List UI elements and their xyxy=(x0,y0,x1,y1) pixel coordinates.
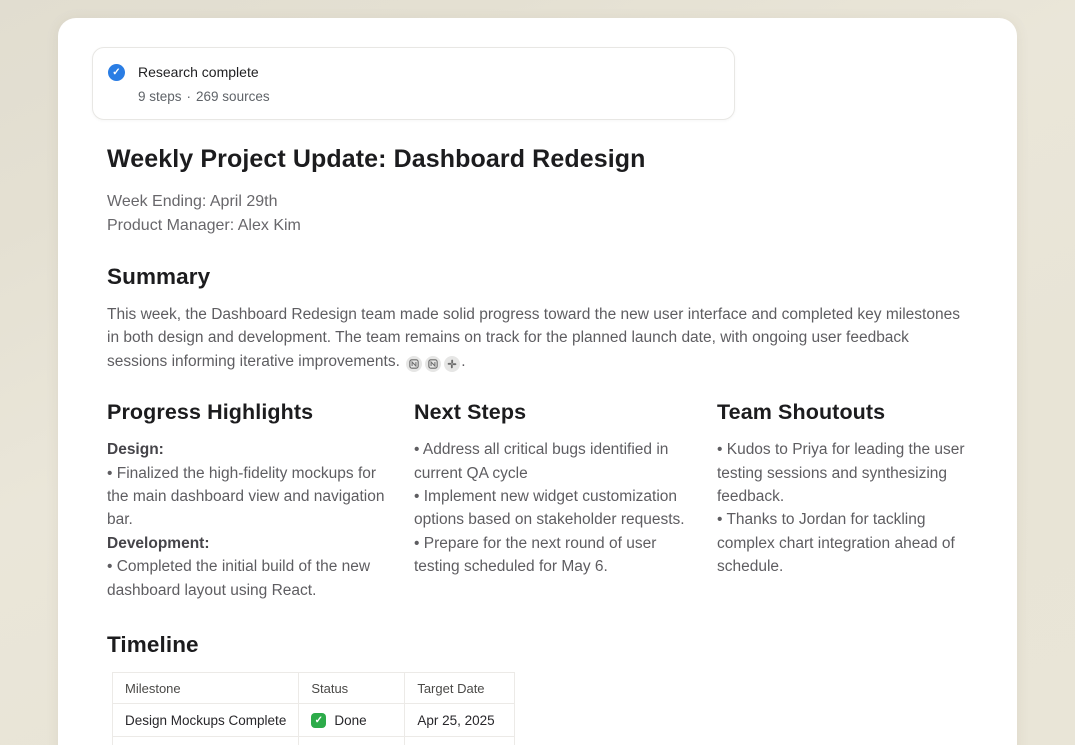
column-next-steps: Next Steps • Address all critical bugs i… xyxy=(414,400,693,602)
page-title: Weekly Project Update: Dashboard Redesig… xyxy=(107,144,968,175)
target-date-column-header: Target Date xyxy=(405,673,515,704)
team-shoutouts-heading: Team Shoutouts xyxy=(717,400,968,425)
status-column-header: Status xyxy=(299,673,405,704)
table-row: Design Mockups Complete ✓ Done Apr 25, 20… xyxy=(113,704,515,737)
design-label: Design: xyxy=(107,438,390,461)
bullet-item: • Finalized the high-fidelity mockups fo… xyxy=(107,462,390,532)
next-steps-heading: Next Steps xyxy=(414,400,693,425)
notion-citation-icon[interactable] xyxy=(406,356,422,372)
team-shoutouts-body: • Kudos to Priya for leading the user te… xyxy=(717,438,968,578)
table-cell-date: Apr 28, 2025 xyxy=(405,737,515,745)
notion-citation-icon[interactable] xyxy=(425,356,441,372)
bullet-item: • Implement new widget customization opt… xyxy=(414,485,693,532)
done-checkbox-icon: ✓ xyxy=(311,713,326,728)
table-cell-milestone: Initial Dev Build xyxy=(113,737,299,745)
summary-paragraph: This week, the Dashboard Redesign team m… xyxy=(107,303,968,373)
timeline-heading: Timeline xyxy=(107,632,968,658)
bullet-item: • Prepare for the next round of user tes… xyxy=(414,532,693,579)
bullet-item: • Thanks to Jordan for tackling complex … xyxy=(717,508,968,578)
table-cell-date: Apr 25, 2025 xyxy=(405,704,515,737)
table-row: Initial Dev Build ✓Done Apr 28, 2025 xyxy=(113,737,515,745)
research-status-title: Research complete xyxy=(138,63,270,81)
milestone-column-header: Milestone xyxy=(113,673,299,704)
next-steps-body: • Address all critical bugs identified i… xyxy=(414,438,693,578)
column-progress-highlights: Progress Highlights Design: • Finalized … xyxy=(107,400,390,602)
document-card: ✓ Research complete 9 steps·269 sources … xyxy=(58,18,1017,745)
slack-citation-icon[interactable] xyxy=(444,356,460,372)
research-status-meta: 9 steps · 269 sources xyxy=(138,89,270,105)
document-content: ✓ Research complete 9 steps·269 sources … xyxy=(58,18,1017,745)
timeline-table: Milestone Status Target Date Design Mock… xyxy=(112,672,515,745)
summary-suffix: . xyxy=(461,353,465,370)
table-cell-status: ✓Done xyxy=(299,737,405,745)
columns-section: Progress Highlights Design: • Finalized … xyxy=(107,400,968,602)
progress-highlights-heading: Progress Highlights xyxy=(107,400,390,425)
document-meta: Week Ending: April 29th Product Manager:… xyxy=(107,190,968,237)
research-steps-count: 9 steps xyxy=(138,89,182,104)
page-background: ✓ Research complete 9 steps·269 sources … xyxy=(0,0,1075,745)
research-sources-count: 269 sources xyxy=(196,89,270,104)
bullet-item: • Address all critical bugs identified i… xyxy=(414,438,693,485)
table-header-row: Milestone Status Target Date xyxy=(113,673,515,704)
progress-highlights-body: Design: • Finalized the high-fidelity mo… xyxy=(107,438,390,602)
summary-text: This week, the Dashboard Redesign team m… xyxy=(107,306,960,370)
status-label: Done xyxy=(334,713,366,728)
column-team-shoutouts: Team Shoutouts • Kudos to Priya for lead… xyxy=(717,400,968,602)
bullet-item: • Kudos to Priya for leading the user te… xyxy=(717,438,968,508)
bullet-item: • Completed the initial build of the new… xyxy=(107,555,390,602)
meta-separator: · xyxy=(187,89,192,104)
research-status-text: Research complete 9 steps · 269 sources xyxy=(138,63,270,105)
research-complete-check-icon: ✓ xyxy=(108,64,125,81)
summary-heading: Summary xyxy=(107,264,968,290)
table-cell-status: ✓ Done xyxy=(299,704,405,737)
week-ending-line: Week Ending: April 29th xyxy=(107,190,968,214)
research-status-card[interactable]: ✓ Research complete 9 steps · 269 sources xyxy=(92,47,735,120)
product-manager-line: Product Manager: Alex Kim xyxy=(107,214,968,238)
table-cell-milestone: Design Mockups Complete xyxy=(113,704,299,737)
development-label: Development: xyxy=(107,532,390,555)
